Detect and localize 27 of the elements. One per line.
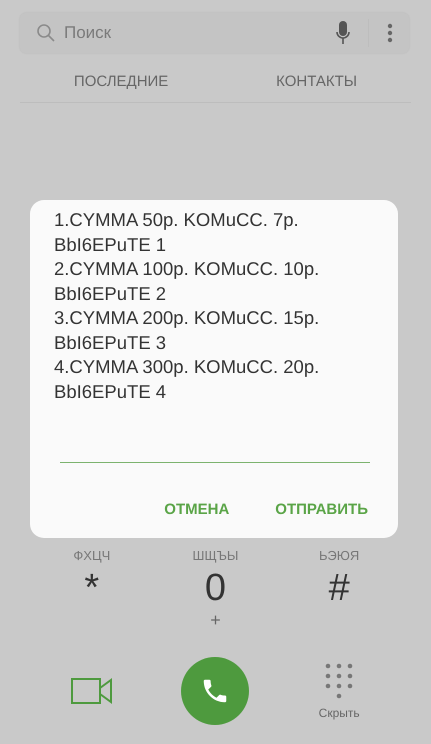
dialog-button[interactable]: ОТПРАВИТЬ bbox=[267, 495, 376, 524]
key-sublabel: + bbox=[210, 610, 221, 632]
dialog-button[interactable]: ОТМЕНА bbox=[156, 495, 238, 524]
dial-key[interactable]: # bbox=[320, 566, 358, 610]
message-line: BbI6EPuTE 1 bbox=[54, 232, 168, 256]
search-field[interactable]: Поиск bbox=[20, 13, 409, 53]
microphone-icon[interactable] bbox=[336, 21, 350, 45]
key-letters: ШЩЪЫ bbox=[192, 548, 238, 565]
key-letters: ФХЦЧ bbox=[73, 548, 110, 565]
search-icon bbox=[36, 23, 56, 43]
dialpad-icon[interactable] bbox=[324, 662, 354, 700]
search-input[interactable]: Поиск bbox=[62, 22, 324, 44]
dial-key[interactable]: * bbox=[76, 566, 108, 610]
video-call-icon[interactable] bbox=[70, 677, 113, 705]
message-line: BbI6EPuTE 4 bbox=[54, 380, 168, 404]
message-line: BbI6EPuTE 2 bbox=[54, 282, 168, 306]
message-line: BbI6EPuTE 3 bbox=[54, 330, 168, 354]
message-line: 2.CYMMA 100р. KOMuCC. 10р. bbox=[54, 257, 320, 281]
key-letters: ЬЭЮЯ bbox=[319, 548, 360, 565]
tab[interactable]: КОНТАКТЫ bbox=[266, 67, 368, 96]
more-options-icon[interactable] bbox=[387, 23, 393, 43]
dial-key[interactable]: 0 bbox=[196, 566, 234, 610]
message-line: 1.CYMMA 50р. KOMuCC. 7р. bbox=[54, 208, 300, 232]
hide-label: Скрыть bbox=[318, 706, 360, 720]
message-line: 3.CYMMA 200р. KOMuCC. 15р. bbox=[54, 306, 320, 330]
message-line: 4.CYMMA 300р. KOMuCC. 20р. bbox=[54, 355, 320, 379]
tab[interactable]: ПОСЛЕДНИЕ bbox=[64, 67, 178, 96]
